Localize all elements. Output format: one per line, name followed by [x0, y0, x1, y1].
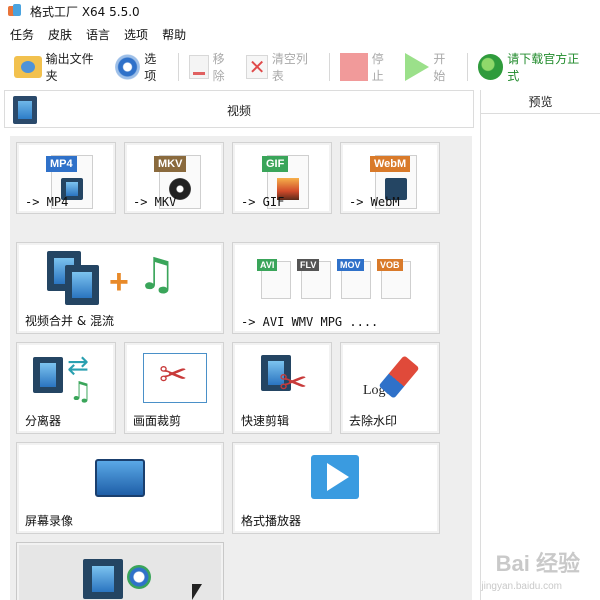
output-folder-button[interactable]: 输出文件夹 [14, 52, 105, 83]
window-title: 格式工厂 X64 5.5.0 [30, 4, 140, 19]
gif-badge: GIF [262, 156, 289, 172]
film-stack-icon [65, 265, 99, 305]
tile-to-gif[interactable]: GIF -> GIF [232, 142, 332, 214]
start-button[interactable]: 开始 [405, 52, 456, 83]
title-bar: 格式工厂 X64 5.5.0 [0, 0, 600, 22]
music-note-icon: ♫ [137, 249, 177, 300]
tile-video-merge[interactable]: + ♫ 视频合并 & 混流 [16, 242, 224, 334]
gear-icon [114, 54, 141, 80]
tile-crop[interactable]: ✂ 画面裁剪 [124, 342, 224, 434]
tile-label: 快速剪辑 [241, 414, 290, 428]
toolbar: 输出文件夹 选项 移除 ✕ 清空列表 停止 开始 请下载官方正式 [0, 46, 600, 88]
scissors-icon: ✂ [279, 363, 308, 403]
tile-label: -> WebM [349, 195, 400, 209]
film-icon [33, 357, 63, 393]
menu-skin[interactable]: 皮肤 [48, 26, 72, 43]
toolbar-separator [466, 53, 468, 81]
play-triangle-icon [327, 463, 349, 491]
tile-label: 屏幕录像 [25, 514, 74, 528]
tile-format-player[interactable]: 格式播放器 [232, 442, 440, 534]
tile-remove-watermark[interactable]: Logo 去除水印 [340, 342, 440, 434]
menu-language[interactable]: 语言 [86, 26, 110, 43]
tile-quick-cut[interactable]: ✂ 快速剪辑 [232, 342, 332, 434]
app-icon [8, 4, 22, 18]
tile-label: 分离器 [25, 414, 62, 428]
tile-to-multi-format[interactable]: AVI FLV MOV VOB -> AVI WMV MPG .... [232, 242, 440, 334]
remove-doc-icon [188, 55, 209, 79]
tile-label: 画面裁剪 [133, 414, 182, 428]
tile-splitter[interactable]: ⇄ ♫ 分离器 [16, 342, 116, 434]
clear-x-icon: ✕ [246, 55, 268, 79]
clear-list-label: 清空列表 [271, 52, 308, 83]
play-icon [405, 53, 430, 81]
video-category-header[interactable]: 视频 [4, 90, 474, 128]
vob-badge: VOB [377, 259, 403, 271]
baidu-watermark-url: jingyan.baidu.com [481, 581, 562, 592]
video-category-label: 视频 [226, 104, 251, 118]
tile-label: 格式播放器 [241, 514, 302, 528]
video-tools-grid: MP4 -> MP4 MKV -> MKV GIF -> GIF WebM ->… [10, 136, 472, 600]
options-label: 选项 [144, 52, 157, 83]
webm-badge: WebM [370, 156, 411, 172]
tile-label: 视频合并 & 混流 [25, 314, 114, 328]
start-label: 开始 [433, 52, 446, 83]
tile-to-webm[interactable]: WebM -> WebM [340, 142, 440, 214]
film-icon [83, 559, 123, 599]
globe-icon [477, 54, 504, 80]
baidu-watermark: Bai 经验 [495, 551, 580, 576]
remove-label: 移除 [212, 52, 225, 83]
toolbar-separator [177, 53, 179, 81]
mouse-cursor-icon [192, 584, 202, 600]
tile-label: 去除水印 [349, 414, 398, 428]
preview-panel: 预览 [480, 90, 600, 600]
preview-header: 预览 [481, 90, 600, 114]
avi-badge: AVI [257, 259, 278, 271]
download-label: 请下载官方正式 [507, 52, 580, 83]
menu-options[interactable]: 选项 [124, 26, 148, 43]
clear-list-button[interactable]: ✕ 清空列表 [246, 52, 319, 83]
refresh-arrows-icon [127, 565, 151, 589]
menu-bar: 任务 皮肤 语言 选项 帮助 [0, 24, 200, 44]
folder-icon [14, 56, 42, 78]
mov-badge: MOV [337, 259, 364, 271]
tile-to-mp4[interactable]: MP4 -> MP4 [16, 142, 116, 214]
tile-screen-record[interactable]: 屏幕录像 [16, 442, 224, 534]
menu-help[interactable]: 帮助 [162, 26, 186, 43]
stop-icon [340, 53, 368, 81]
scissors-icon: ✂ [159, 355, 188, 395]
tile-label: -> GIF [241, 195, 285, 209]
tile-label: -> MKV [133, 195, 177, 209]
menu-task[interactable]: 任务 [10, 26, 34, 43]
tile-to-mkv[interactable]: MKV -> MKV [124, 142, 224, 214]
stop-button[interactable]: 停止 [340, 52, 395, 83]
tile-label: -> MP4 [25, 195, 69, 209]
remove-button[interactable]: 移除 [188, 52, 236, 83]
options-button[interactable]: 选项 [114, 52, 168, 83]
tile-label: -> AVI WMV MPG .... [241, 315, 379, 329]
flv-badge: FLV [297, 259, 320, 271]
screen-camera-icon [95, 459, 145, 497]
toolbar-separator [329, 53, 331, 81]
download-official-link[interactable]: 请下载官方正式 [477, 52, 590, 83]
music-note-icon: ♫ [69, 377, 93, 407]
mkv-badge: MKV [154, 156, 187, 172]
stop-label: 停止 [371, 52, 384, 83]
output-folder-label: 输出文件夹 [45, 52, 94, 83]
plus-icon: + [109, 263, 129, 301]
mp4-badge: MP4 [46, 156, 77, 172]
